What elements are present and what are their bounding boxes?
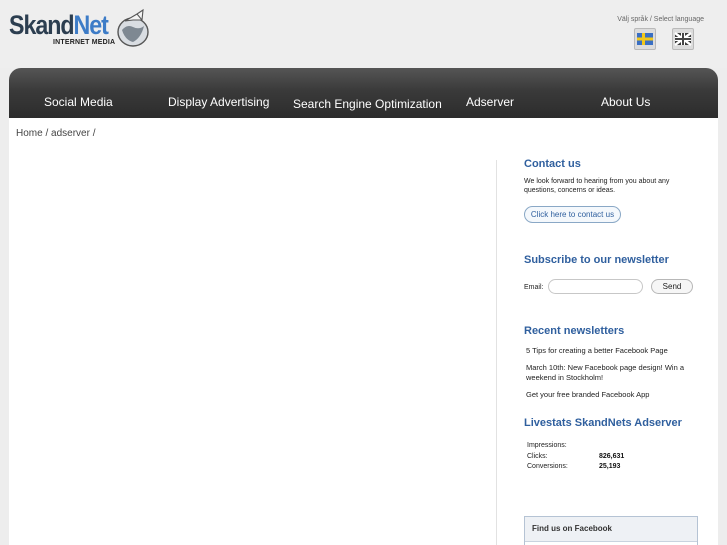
logo-subtitle: INTERNET MEDIA bbox=[53, 39, 116, 46]
nav-about-us[interactable]: About Us bbox=[601, 95, 650, 109]
contact-us-button[interactable]: Click here to contact us bbox=[524, 206, 621, 223]
skandnet-logo[interactable]: SkandNet INTERNET MEDIA bbox=[9, 8, 149, 56]
newsletter-title: Subscribe to our newsletter bbox=[524, 254, 669, 266]
logo-wordmark: SkandNet bbox=[9, 10, 109, 40]
nav-adserver[interactable]: Adserver bbox=[466, 95, 514, 109]
breadcrumb-trailing-separator: / bbox=[89, 128, 96, 139]
nav-display-advertising[interactable]: Display Advertising bbox=[168, 95, 269, 109]
swedish-flag-graphic bbox=[637, 33, 653, 45]
language-label: Välj språk / Select language bbox=[617, 16, 704, 23]
livestats-title: Livestats SkandNets Adserver bbox=[524, 417, 682, 429]
breadcrumb-separator: / bbox=[42, 128, 52, 139]
clicks-label: Clicks: bbox=[527, 453, 548, 460]
facebook-widget-header: Find us on Facebook bbox=[525, 517, 697, 542]
header: SkandNet INTERNET MEDIA Välj språk / Sel… bbox=[0, 0, 727, 68]
facebook-widget-title: Find us on Facebook bbox=[532, 524, 613, 533]
column-divider bbox=[496, 160, 497, 545]
facebook-widget: Find us on Facebook bbox=[524, 516, 698, 545]
recent-newsletters-title: Recent newsletters bbox=[524, 325, 625, 337]
conversions-value: 25,193 bbox=[599, 463, 621, 470]
main-navigation: Social Media Display Advertising Search … bbox=[9, 68, 718, 118]
contact-text: We look forward to hearing from you abou… bbox=[524, 178, 670, 194]
breadcrumb-current[interactable]: adserver bbox=[51, 128, 90, 139]
email-label: Email: bbox=[524, 284, 544, 291]
uk-flag-icon[interactable] bbox=[672, 28, 694, 50]
clicks-value: 826,631 bbox=[599, 453, 625, 460]
swedish-flag-icon[interactable] bbox=[634, 28, 656, 50]
impressions-label: Impressions: bbox=[527, 442, 567, 449]
newsletter-link-3[interactable]: Get your free branded Facebook App bbox=[526, 390, 708, 400]
conversions-label: Conversions: bbox=[527, 463, 568, 470]
nav-search-engine-optimization[interactable]: Search Engine Optimization bbox=[293, 97, 442, 111]
breadcrumb-home-link[interactable]: Home bbox=[16, 128, 43, 139]
send-button[interactable]: Send bbox=[651, 279, 693, 294]
contact-title: Contact us bbox=[524, 158, 581, 170]
breadcrumb: Home / adserver / bbox=[16, 128, 96, 139]
main-content: Home / adserver / Contact us We look for… bbox=[9, 118, 718, 545]
newsletter-link-2[interactable]: March 10th: New Facebook page design! Wi… bbox=[526, 363, 708, 383]
uk-flag-graphic bbox=[674, 32, 692, 46]
email-field[interactable] bbox=[548, 279, 643, 294]
newsletter-link-1[interactable]: 5 Tips for creating a better Facebook Pa… bbox=[526, 346, 708, 356]
sidebar: Contact us We look forward to hearing fr… bbox=[524, 118, 714, 545]
nav-social-media[interactable]: Social Media bbox=[44, 95, 113, 109]
globe-logo-icon bbox=[117, 8, 149, 47]
